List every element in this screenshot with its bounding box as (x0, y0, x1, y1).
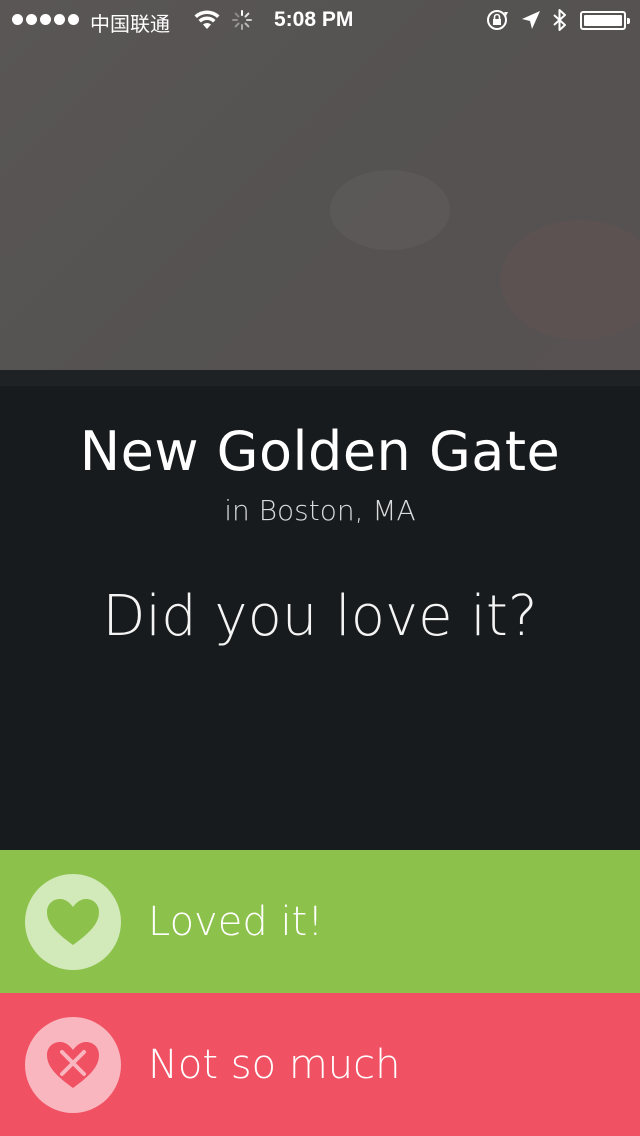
signal-strength-icon (12, 14, 79, 25)
bluetooth-icon (553, 9, 566, 31)
photo-highlight (330, 170, 450, 250)
battery-icon (580, 11, 630, 30)
not-so-much-label: Not so much (148, 1041, 401, 1088)
carrier-name: 中国联通 (90, 14, 170, 36)
loved-it-label: Loved it! (148, 898, 324, 945)
wifi-icon (194, 10, 220, 29)
status-time: 5:08 PM (274, 8, 354, 31)
status-bar: 中国联通 5:08 PM (0, 0, 640, 40)
restaurant-name: New Golden Gate (79, 420, 561, 483)
prompt-question: Did you love it? (102, 584, 538, 649)
activity-spinner-icon (232, 10, 252, 30)
heart-x-icon (25, 1016, 121, 1113)
loved-it-button[interactable]: Loved it! (0, 850, 640, 993)
location-arrow-icon (522, 11, 540, 29)
photo-highlight (500, 220, 640, 340)
restaurant-location: in Boston, MA (224, 494, 416, 527)
heart-icon (25, 873, 121, 970)
restaurant-photo (0, 0, 640, 370)
not-so-much-button[interactable]: Not so much (0, 993, 640, 1136)
rotation-lock-icon (487, 10, 508, 30)
